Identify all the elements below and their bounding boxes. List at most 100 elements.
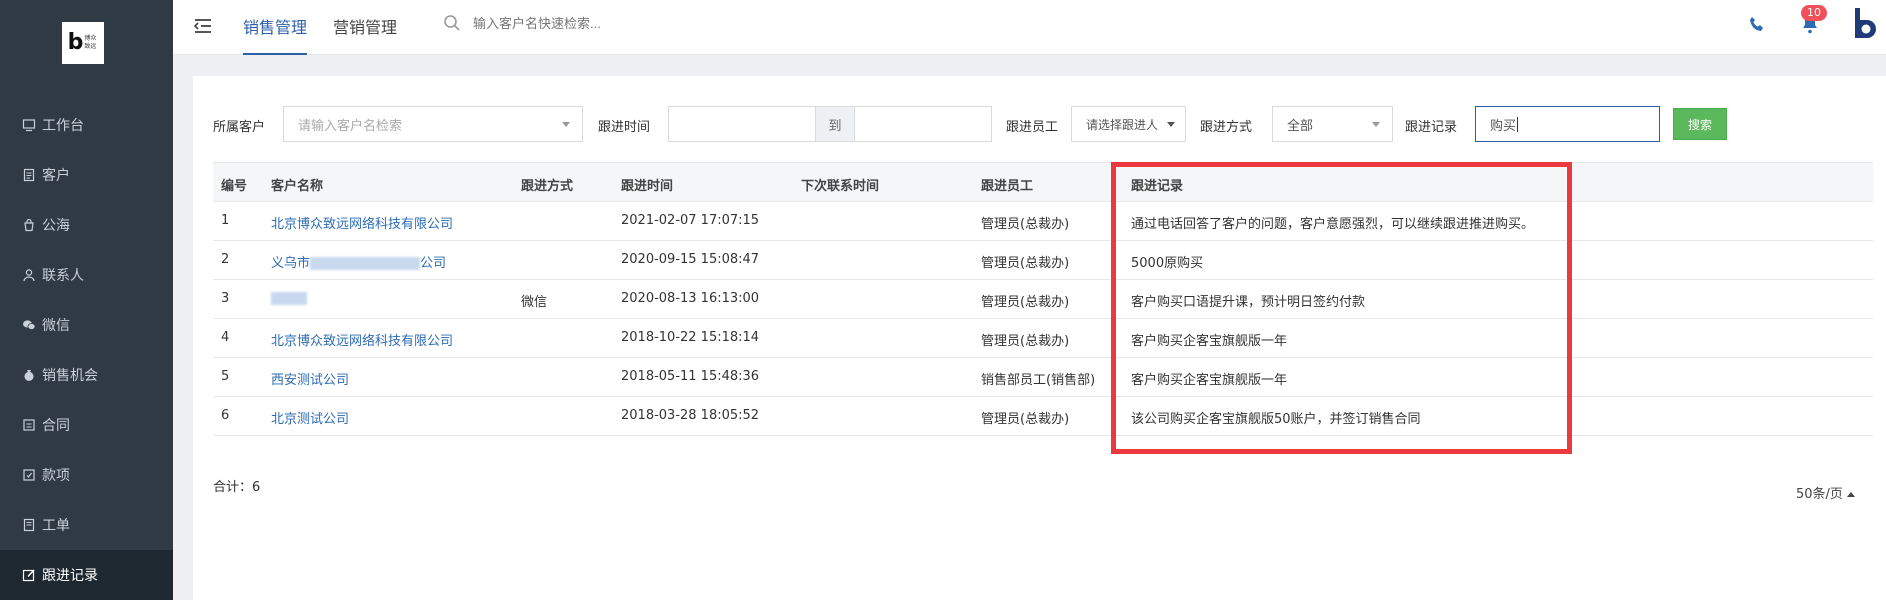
search-icon <box>444 15 460 31</box>
logo[interactable]: b 博众致远 <box>62 22 104 64</box>
cell-method: 微信 <box>521 295 548 310</box>
table-row[interactable]: 6 北京测试公司 2018-03-28 18:05:52 管理员(总裁办) 该公… <box>213 397 1873 436</box>
sidebar: b 博众致远 工作台 客户 公海 联系人 微信 销售机会 合同 款项 工单 跟进… <box>0 0 173 600</box>
table-row[interactable]: 3 微信 2020-08-13 16:13:00 管理员(总裁办) 客户购买口语… <box>213 280 1873 319</box>
chevron-down-icon <box>1167 122 1175 127</box>
customer-name-prefix: 义乌市 <box>271 256 311 271</box>
cell-id: 2 <box>221 252 230 267</box>
date-range-separator: 到 <box>815 106 855 142</box>
phone-icon[interactable] <box>1747 15 1767 35</box>
sidebar-item-contacts[interactable]: 联系人 <box>0 250 173 300</box>
customer-select[interactable]: 请输入客户名检索 <box>283 106 583 142</box>
cell-record: 客户购买口语提升课，预计明日签约付款 <box>1131 295 1366 310</box>
col-header-record: 跟进记录 <box>1131 179 1184 194</box>
search-button[interactable]: 搜索 <box>1673 108 1727 140</box>
brand-logo-icon[interactable] <box>1849 6 1883 42</box>
table-header: 编号 客户名称 跟进方式 跟进时间 下次联系时间 跟进员工 跟进记录 <box>213 162 1873 202</box>
menu-toggle-icon[interactable] <box>191 14 215 38</box>
document-icon <box>22 168 36 182</box>
customer-select-placeholder: 请输入客户名检索 <box>298 118 403 134</box>
cell-time: 2021-02-07 17:07:15 <box>621 213 760 228</box>
redacted-mask <box>271 292 307 305</box>
total-count: 合计：6 <box>213 480 261 495</box>
tab-sales-management[interactable]: 销售管理 <box>243 14 308 55</box>
content-panel: 所属客户 请输入客户名检索 跟进时间 到 跟进员工 请选择跟进人 跟进方式 全部… <box>193 76 1886 600</box>
sidebar-item-label: 客户 <box>42 168 70 184</box>
end-date-input[interactable] <box>854 106 992 142</box>
cell-customer-link[interactable]: 义乌市 公司 <box>271 252 446 271</box>
sidebar-item-contract[interactable]: 合同 <box>0 400 173 450</box>
staff-select-placeholder: 请选择跟进人 <box>1086 117 1159 132</box>
sidebar-item-label: 合同 <box>42 418 70 434</box>
sidebar-item-label: 工单 <box>42 518 70 534</box>
notification-badge: 10 <box>1801 5 1827 21</box>
col-header-time: 跟进时间 <box>621 179 674 194</box>
cell-customer-link[interactable]: 北京测试公司 <box>271 408 349 427</box>
staff-filter-label: 跟进员工 <box>1006 120 1059 135</box>
money-bag-icon <box>22 368 36 382</box>
redacted-mask <box>310 257 421 270</box>
monitor-icon <box>22 118 36 132</box>
cell-id: 3 <box>221 291 230 306</box>
sidebar-item-followup[interactable]: 跟进记录 <box>0 550 173 600</box>
sidebar-item-label: 款项 <box>42 468 70 484</box>
col-header-next-contact: 下次联系时间 <box>801 179 880 194</box>
record-filter-label: 跟进记录 <box>1405 120 1458 135</box>
sidebar-item-wechat[interactable]: 微信 <box>0 300 173 350</box>
cell-id: 6 <box>221 408 230 423</box>
table-row[interactable]: 5 西安测试公司 2018-05-11 15:48:36 销售部员工(销售部) … <box>213 358 1873 397</box>
global-search <box>443 14 693 32</box>
ticket-icon <box>22 518 36 532</box>
search-input[interactable] <box>473 15 693 31</box>
cell-customer-link[interactable] <box>271 291 307 306</box>
cell-record: 该公司购买企客宝旗舰版50账户，并签订销售合同 <box>1131 412 1421 427</box>
cell-time: 2018-10-22 15:18:14 <box>621 330 760 345</box>
customer-name-suffix: 公司 <box>420 256 447 271</box>
sidebar-item-payment[interactable]: 款项 <box>0 450 173 500</box>
sidebar-item-ticket[interactable]: 工单 <box>0 500 173 550</box>
chevron-down-icon <box>562 122 570 127</box>
sidebar-item-label: 公海 <box>42 218 70 234</box>
sidebar-item-opportunity[interactable]: 销售机会 <box>0 350 173 400</box>
staff-select[interactable]: 请选择跟进人 <box>1071 106 1186 142</box>
table-row[interactable]: 4 北京博众致远网络科技有限公司 2018-10-22 15:18:14 管理员… <box>213 319 1873 358</box>
contract-icon <box>22 418 36 432</box>
tab-marketing-management[interactable]: 营销管理 <box>333 14 397 55</box>
cell-staff: 管理员(总裁办) <box>981 217 1070 232</box>
table-row[interactable]: 1 北京博众致远网络科技有限公司 2021-02-07 17:07:15 管理员… <box>213 202 1873 241</box>
cell-id: 1 <box>221 213 230 228</box>
start-date-input[interactable] <box>668 106 816 142</box>
sidebar-item-label: 销售机会 <box>42 368 98 384</box>
cell-time: 2018-03-28 18:05:52 <box>621 408 760 423</box>
record-keyword-input[interactable]: 购买 <box>1475 106 1660 142</box>
sidebar-item-customer[interactable]: 客户 <box>0 150 173 200</box>
record-keyword-value: 购买 <box>1490 118 1517 134</box>
cell-record: 客户购买企客宝旗舰版一年 <box>1131 334 1288 349</box>
cell-customer-link[interactable]: 北京博众致远网络科技有限公司 <box>271 330 453 349</box>
wechat-icon <box>22 318 36 332</box>
method-select[interactable]: 全部 <box>1272 106 1393 142</box>
chevron-down-icon <box>1372 122 1380 127</box>
col-header-method: 跟进方式 <box>521 179 574 194</box>
method-select-value: 全部 <box>1287 118 1314 134</box>
sidebar-item-pool[interactable]: 公海 <box>0 200 173 250</box>
sidebar-item-label: 跟进记录 <box>42 568 98 584</box>
cell-customer-link[interactable]: 西安测试公司 <box>271 369 349 388</box>
cell-record: 通过电话回答了客户的问题，客户意愿强烈，可以继续跟进推进购买。 <box>1131 217 1535 232</box>
followup-table: 编号 客户名称 跟进方式 跟进时间 下次联系时间 跟进员工 跟进记录 1 北京博… <box>213 162 1873 436</box>
col-header-customer: 客户名称 <box>271 179 324 194</box>
text-cursor <box>1517 116 1519 132</box>
sidebar-item-workbench[interactable]: 工作台 <box>0 100 173 150</box>
method-filter-label: 跟进方式 <box>1200 120 1253 135</box>
cell-staff: 管理员(总裁办) <box>981 295 1070 310</box>
sidebar-item-label: 工作台 <box>42 118 84 134</box>
topbar: 销售管理 营销管理 10 <box>173 0 1886 55</box>
caret-up-icon <box>1846 492 1855 497</box>
table-row[interactable]: 2 义乌市 公司 2020-09-15 15:08:47 管理员(总裁办) 500… <box>213 241 1873 280</box>
cell-customer-link[interactable]: 北京博众致远网络科技有限公司 <box>271 213 453 232</box>
page-size-select[interactable]: 50条/页 <box>1796 483 1855 502</box>
sidebar-item-label: 微信 <box>42 318 70 334</box>
sidebar-nav: 工作台 客户 公海 联系人 微信 销售机会 合同 款项 工单 跟进记录 <box>0 100 173 600</box>
cell-staff: 管理员(总裁办) <box>981 334 1070 349</box>
cell-id: 5 <box>221 369 230 384</box>
